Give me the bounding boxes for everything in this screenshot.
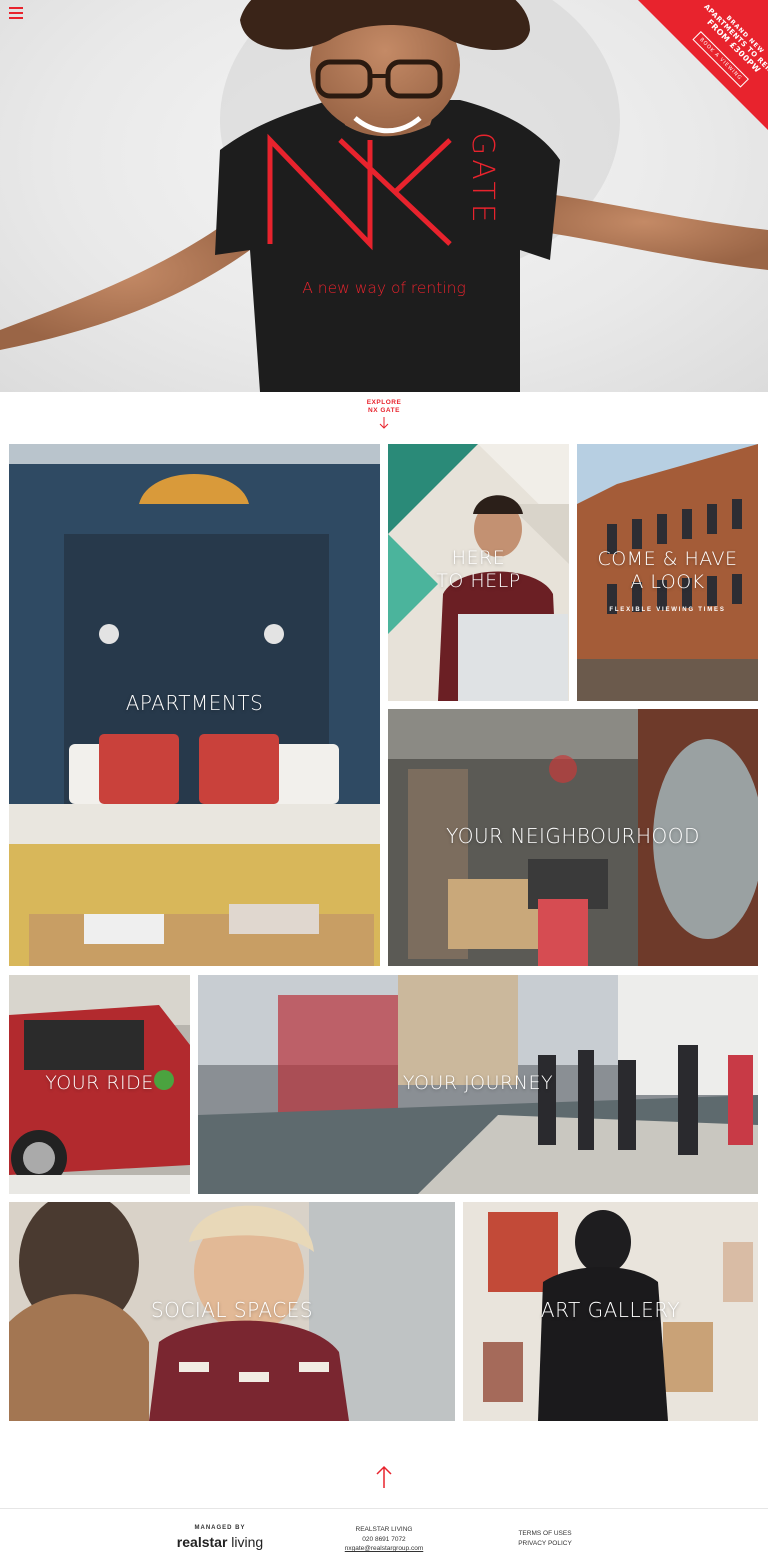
- tile-label-gallery: ART GALLERY: [540, 1298, 681, 1322]
- tile-label-ride: YOUR RIDE: [45, 1072, 154, 1094]
- tile-here-to-help[interactable]: HERE TO HELP: [388, 444, 569, 701]
- explore-line2: NX GATE: [368, 407, 400, 414]
- tile-label-here-2: TO HELP: [436, 570, 521, 592]
- tile-apartments[interactable]: APARTMENTS: [9, 444, 380, 966]
- hero-section: GATE A new way of renting BRAND NEW APAR…: [0, 0, 768, 392]
- privacy-link[interactable]: PRIVACY POLICY: [505, 1539, 585, 1549]
- tile-label-apartments: APARTMENTS: [125, 691, 264, 715]
- tile-your-ride[interactable]: YOUR RIDE: [9, 975, 190, 1194]
- tile-your-journey[interactable]: YOUR JOURNEY: [198, 975, 758, 1194]
- terms-link[interactable]: TERMS OF USES: [505, 1529, 585, 1539]
- back-to-top-button[interactable]: [374, 1465, 394, 1489]
- tile-label-neighbourhood: YOUR NEIGHBOURHOOD: [446, 824, 700, 848]
- menu-icon[interactable]: [9, 7, 23, 19]
- arrow-down-icon: [379, 417, 389, 429]
- company-name: REALSTAR LIVING: [355, 1526, 413, 1533]
- svg-text:GATE: GATE: [465, 132, 500, 227]
- tile-sub-flexible-viewing: FLEXIBLE VIEWING TIMES: [609, 607, 726, 613]
- viewing-badge[interactable]: BRAND NEW APARTMENTS TO RENT FROM £300PW…: [638, 0, 768, 130]
- nx-gate-logo: GATE: [265, 132, 505, 252]
- managed-by-label: MANAGED BY: [194, 1525, 246, 1531]
- tile-art-gallery[interactable]: ART GALLERY: [463, 1202, 758, 1421]
- tile-social-spaces[interactable]: SOCIAL SPACES: [9, 1202, 455, 1421]
- hero-tagline: A new way of renting: [302, 279, 466, 297]
- arrow-up-icon: [376, 1465, 392, 1488]
- footer-divider: [0, 1508, 768, 1509]
- tile-your-neighbourhood[interactable]: YOUR NEIGHBOURHOOD: [388, 709, 758, 966]
- realstar-logo-bold: realstar: [176, 1534, 228, 1550]
- explore-link[interactable]: EXPLORE NX GATE: [334, 399, 434, 429]
- tile-label-here-1: HERE: [451, 547, 506, 569]
- realstar-living-logo[interactable]: realstar living: [170, 1534, 270, 1550]
- contact-block: REALSTAR LIVING 020 8691 7072 nxgate@rea…: [330, 1525, 438, 1554]
- tile-label-come-2: A LOOK: [630, 571, 705, 593]
- managed-by-block: MANAGED BY realstar living: [170, 1525, 270, 1550]
- phone-number[interactable]: 020 8691 7072: [330, 1535, 438, 1545]
- tile-label-social: SOCIAL SPACES: [150, 1298, 314, 1322]
- tile-come-and-have-a-look[interactable]: COME & HAVE A LOOK FLEXIBLE VIEWING TIME…: [577, 444, 758, 701]
- explore-line1: EXPLORE: [366, 399, 402, 406]
- legal-links: TERMS OF USES PRIVACY POLICY: [505, 1529, 585, 1548]
- email-link[interactable]: nxgate@realstargroup.com: [345, 1545, 424, 1552]
- tile-label-come-1: COME & HAVE: [597, 548, 738, 570]
- tile-label-journey: YOUR JOURNEY: [402, 1072, 554, 1094]
- realstar-logo-light: living: [227, 1534, 264, 1550]
